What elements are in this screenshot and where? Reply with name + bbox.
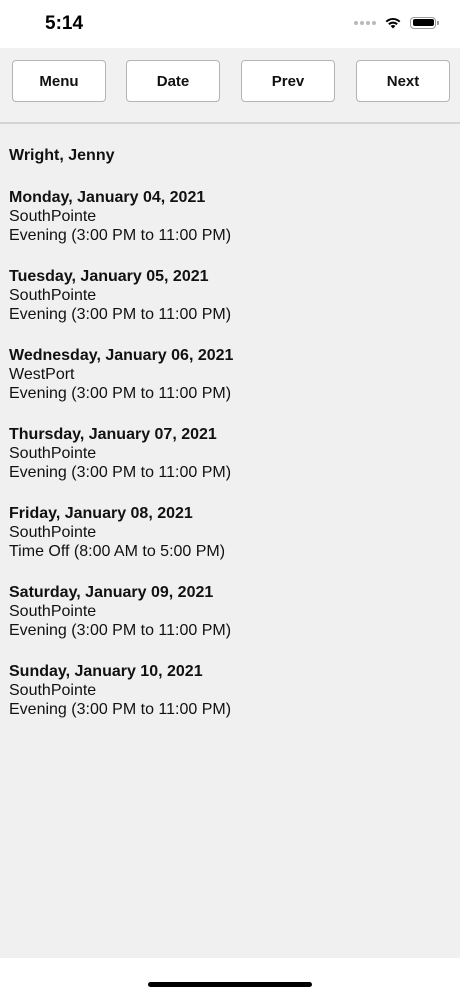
shift-list: Monday, January 04, 2021 SouthPointe Eve… [9, 188, 449, 741]
shift-item: Saturday, January 09, 2021 SouthPointe E… [9, 583, 449, 662]
shift-item: Friday, January 08, 2021 SouthPointe Tim… [9, 504, 449, 583]
shift-time: Evening (3:00 PM to 11:00 PM) [9, 306, 232, 323]
status-time: 5:14 [45, 13, 84, 34]
battery-icon [410, 16, 439, 29]
shift-time: Evening (3:00 PM to 11:00 PM) [9, 701, 232, 718]
shift-time: Evening (3:00 PM to 11:00 PM) [9, 622, 232, 639]
cellular-signal-icon [354, 20, 376, 25]
shift-item: Monday, January 04, 2021 SouthPointe Eve… [9, 188, 449, 267]
shift-date: Wednesday, January 06, 2021 [9, 347, 234, 364]
shift-item: Wednesday, January 06, 2021 WestPort Eve… [9, 346, 449, 425]
shift-time: Evening (3:00 PM to 11:00 PM) [9, 464, 232, 481]
shift-time: Time Off (8:00 AM to 5:00 PM) [9, 543, 226, 560]
shift-date: Thursday, January 07, 2021 [9, 426, 217, 443]
home-indicator[interactable] [148, 982, 312, 987]
status-icons [354, 16, 439, 29]
shift-item: Sunday, January 10, 2021 SouthPointe Eve… [9, 662, 449, 741]
shift-location: SouthPointe [9, 682, 97, 699]
shift-location: SouthPointe [9, 603, 97, 620]
home-bar-area [0, 958, 460, 996]
shift-time: Evening (3:00 PM to 11:00 PM) [9, 385, 232, 402]
shift-date: Tuesday, January 05, 2021 [9, 268, 209, 285]
menu-button[interactable]: Menu [12, 60, 106, 102]
shift-item: Tuesday, January 05, 2021 SouthPointe Ev… [9, 267, 449, 346]
wifi-icon [384, 16, 402, 29]
next-button[interactable]: Next [356, 60, 450, 102]
shift-location: SouthPointe [9, 208, 97, 225]
status-bar: 5:14 [0, 0, 460, 48]
shift-date: Saturday, January 09, 2021 [9, 584, 214, 601]
date-button[interactable]: Date [126, 60, 220, 102]
shift-location: SouthPointe [9, 524, 97, 541]
employee-name: Wright, Jenny [9, 147, 115, 164]
shift-time: Evening (3:00 PM to 11:00 PM) [9, 227, 232, 244]
shift-location: SouthPointe [9, 287, 97, 304]
shift-item: Thursday, January 07, 2021 SouthPointe E… [9, 425, 449, 504]
shift-date: Monday, January 04, 2021 [9, 189, 206, 206]
schedule-content: Wright, Jenny Monday, January 04, 2021 S… [0, 124, 460, 958]
shift-date: Friday, January 08, 2021 [9, 505, 193, 522]
shift-location: WestPort [9, 366, 75, 383]
shift-location: SouthPointe [9, 445, 97, 462]
prev-button[interactable]: Prev [241, 60, 335, 102]
toolbar: Menu Date Prev Next [0, 48, 460, 124]
shift-date: Sunday, January 10, 2021 [9, 663, 203, 680]
